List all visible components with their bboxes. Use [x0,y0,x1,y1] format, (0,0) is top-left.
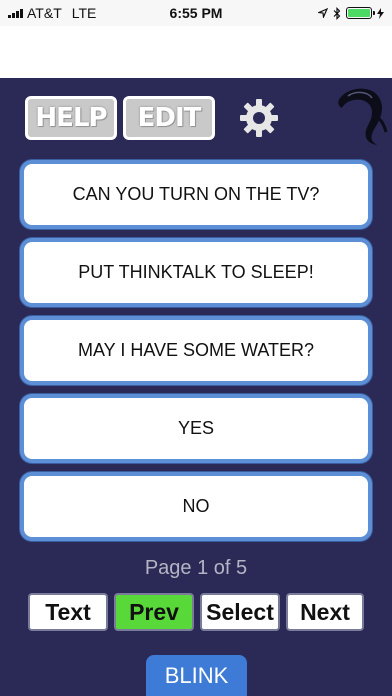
phrase-button[interactable]: NO [20,472,372,541]
charging-icon [377,7,384,19]
edit-button[interactable]: EDIT [123,96,215,140]
blink-button[interactable]: BLINK [146,655,247,696]
nav-bar: Text Prev Select Next [28,593,364,631]
battery-icon [346,7,375,19]
gear-icon[interactable] [237,96,281,140]
phrase-button[interactable]: PUT THINKTALK TO SLEEP! [20,238,372,307]
location-icon [318,8,328,18]
status-left: AT&T LTE [8,5,96,21]
carrier-label: AT&T [27,5,62,21]
prev-button[interactable]: Prev [114,593,194,631]
phrase-button[interactable]: CAN YOU TURN ON THE TV? [20,160,372,229]
phrase-button[interactable]: YES [20,394,372,463]
help-button[interactable]: HELP [25,96,117,140]
toolbar: HELP EDIT [25,96,281,140]
logo-icon [338,88,388,145]
page-indicator: Page 1 of 5 [144,557,248,579]
status-right [318,6,384,20]
next-button[interactable]: Next [286,593,364,631]
network-label: LTE [71,5,97,21]
phrase-list: CAN YOU TURN ON THE TV? PUT THINKTALK TO… [20,160,372,550]
select-button[interactable]: Select [200,593,280,631]
bluetooth-icon [333,6,341,20]
text-button[interactable]: Text [28,593,108,631]
signal-icon [8,8,23,18]
status-bar: AT&T LTE 6:55 PM [0,0,392,26]
phrase-button[interactable]: MAY I HAVE SOME WATER? [20,316,372,385]
header-band [0,26,392,78]
